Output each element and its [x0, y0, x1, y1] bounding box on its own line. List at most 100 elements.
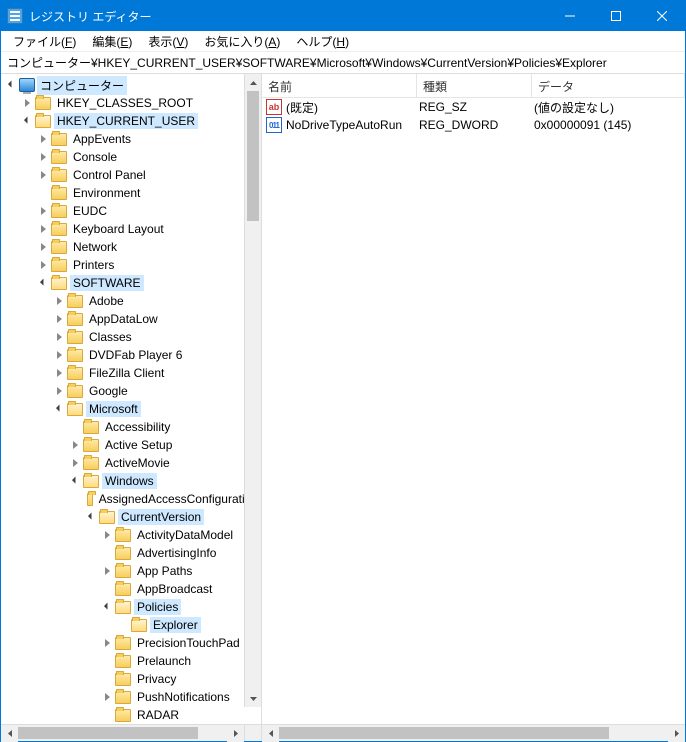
tree-scroll[interactable]: コンピューター HKEY_CLASSES_ROOT HKEY_CURRENT_U… [1, 74, 261, 724]
tree-item-privacy[interactable]: Privacy [1, 670, 261, 688]
scroll-track[interactable] [279, 725, 668, 741]
menu-file[interactable]: ファイル(F) [5, 31, 84, 52]
tree-item-apppaths[interactable]: App Paths [1, 562, 261, 580]
scroll-thumb[interactable] [279, 727, 609, 739]
expand-icon[interactable] [51, 407, 67, 412]
tree-item-network[interactable]: Network [1, 238, 261, 256]
tree-item-pushnotifications[interactable]: PushNotifications [1, 688, 261, 706]
expand-icon[interactable] [35, 135, 51, 143]
scroll-right-button[interactable] [227, 725, 244, 742]
minimize-button[interactable] [547, 1, 593, 31]
list-body[interactable]: (既定) REG_SZ (値の設定なし) NoDriveTypeAutoRun … [262, 98, 685, 724]
scroll-right-button[interactable] [668, 725, 685, 742]
tree-item-radar[interactable]: RADAR [1, 706, 261, 724]
expand-icon[interactable] [35, 207, 51, 215]
expand-icon[interactable] [35, 153, 51, 161]
expand-icon[interactable] [99, 531, 115, 539]
address-bar[interactable]: コンピューター¥HKEY_CURRENT_USER¥SOFTWARE¥Micro… [1, 52, 685, 74]
expand-icon[interactable] [35, 243, 51, 251]
tree-item-explorer[interactable]: Explorer [1, 616, 261, 634]
expand-icon[interactable] [67, 479, 83, 484]
tree-item-advertising[interactable]: AdvertisingInfo [1, 544, 261, 562]
tree-item-accessibility[interactable]: Accessibility [1, 418, 261, 436]
tree-item-console[interactable]: Console [1, 148, 261, 166]
expand-icon[interactable] [51, 387, 67, 395]
column-header-name[interactable]: 名前 [262, 74, 417, 97]
tree-item-policies[interactable]: Policies [1, 598, 261, 616]
expand-icon[interactable] [3, 83, 19, 88]
expand-icon[interactable] [51, 297, 67, 305]
scroll-track[interactable] [18, 725, 227, 741]
tree-item-hkcu[interactable]: HKEY_CURRENT_USER [1, 112, 261, 130]
reg-string-icon [266, 99, 282, 115]
scroll-up-button[interactable] [245, 74, 261, 91]
expand-icon[interactable] [67, 459, 83, 467]
column-header-data[interactable]: データ [532, 74, 685, 97]
menu-edit[interactable]: 編集(E) [84, 31, 140, 52]
scroll-down-button[interactable] [245, 690, 261, 707]
folder-icon [83, 421, 99, 434]
tree-item-environment[interactable]: Environment [1, 184, 261, 202]
tree-item-printers[interactable]: Printers [1, 256, 261, 274]
expand-icon[interactable] [35, 261, 51, 269]
tree-item-filezilla[interactable]: FileZilla Client [1, 364, 261, 382]
scroll-left-button[interactable] [1, 725, 18, 742]
tree-item-adobe[interactable]: Adobe [1, 292, 261, 310]
tree-item-appevents[interactable]: AppEvents [1, 130, 261, 148]
tree-item-microsoft[interactable]: Microsoft [1, 400, 261, 418]
tree-item-activitydata[interactable]: ActivityDataModel [1, 526, 261, 544]
folder-icon [67, 403, 83, 416]
expand-icon[interactable] [99, 605, 115, 610]
tree-item-keyboard[interactable]: Keyboard Layout [1, 220, 261, 238]
expand-icon[interactable] [19, 99, 35, 107]
tree-item-activemovie[interactable]: ActiveMovie [1, 454, 261, 472]
list-row[interactable]: NoDriveTypeAutoRun REG_DWORD 0x00000091 … [262, 116, 685, 134]
tree-item-hkcr[interactable]: HKEY_CLASSES_ROOT [1, 94, 261, 112]
expand-icon[interactable] [35, 171, 51, 179]
expand-icon[interactable] [99, 639, 115, 647]
expand-icon[interactable] [35, 281, 51, 286]
expand-icon[interactable] [51, 315, 67, 323]
scroll-left-button[interactable] [262, 725, 279, 742]
scroll-thumb[interactable] [18, 727, 198, 739]
scroll-thumb[interactable] [247, 91, 259, 221]
list-horizontal-scrollbar[interactable] [262, 724, 685, 741]
tree-item-computer[interactable]: コンピューター [1, 76, 261, 94]
menu-view[interactable]: 表示(V) [140, 31, 196, 52]
expand-icon[interactable] [83, 515, 99, 520]
tree-item-assignedaccess[interactable]: AssignedAccessConfiguration [1, 490, 261, 508]
expand-icon[interactable] [51, 333, 67, 341]
tree-item-controlpanel[interactable]: Control Panel [1, 166, 261, 184]
menu-favorites[interactable]: お気に入り(A) [196, 31, 288, 52]
expand-icon[interactable] [99, 693, 115, 701]
expand-icon[interactable] [99, 567, 115, 575]
tree-item-currentversion[interactable]: CurrentVersion [1, 508, 261, 526]
expand-icon[interactable] [51, 369, 67, 377]
maximize-button[interactable] [593, 1, 639, 31]
menu-help[interactable]: ヘルプ(H) [288, 31, 357, 52]
tree-item-windows[interactable]: Windows [1, 472, 261, 490]
folder-icon [115, 547, 131, 560]
expand-icon[interactable] [35, 225, 51, 233]
tree-item-classes[interactable]: Classes [1, 328, 261, 346]
tree-item-appbroadcast[interactable]: AppBroadcast [1, 580, 261, 598]
titlebar[interactable]: レジストリ エディター [1, 1, 685, 31]
scroll-track[interactable] [245, 91, 261, 690]
tree-item-software[interactable]: SOFTWARE [1, 274, 261, 292]
tree-item-eudc[interactable]: EUDC [1, 202, 261, 220]
tree-horizontal-scrollbar[interactable] [1, 724, 261, 741]
tree-item-precisiontouchpad[interactable]: PrecisionTouchPad [1, 634, 261, 652]
expand-icon[interactable] [67, 441, 83, 449]
list-row[interactable]: (既定) REG_SZ (値の設定なし) [262, 98, 685, 116]
tree-item-prelaunch[interactable]: Prelaunch [1, 652, 261, 670]
tree-vertical-scrollbar[interactable] [244, 74, 261, 707]
tree-item-appdatalow[interactable]: AppDataLow [1, 310, 261, 328]
column-header-type[interactable]: 種類 [417, 74, 532, 97]
expand-icon[interactable] [19, 119, 35, 124]
tree-item-google[interactable]: Google [1, 382, 261, 400]
close-button[interactable] [639, 1, 685, 31]
tree-item-dvdfab[interactable]: DVDFab Player 6 [1, 346, 261, 364]
tree-item-activesetup[interactable]: Active Setup [1, 436, 261, 454]
cell-name: NoDriveTypeAutoRun [286, 118, 419, 132]
expand-icon[interactable] [51, 351, 67, 359]
